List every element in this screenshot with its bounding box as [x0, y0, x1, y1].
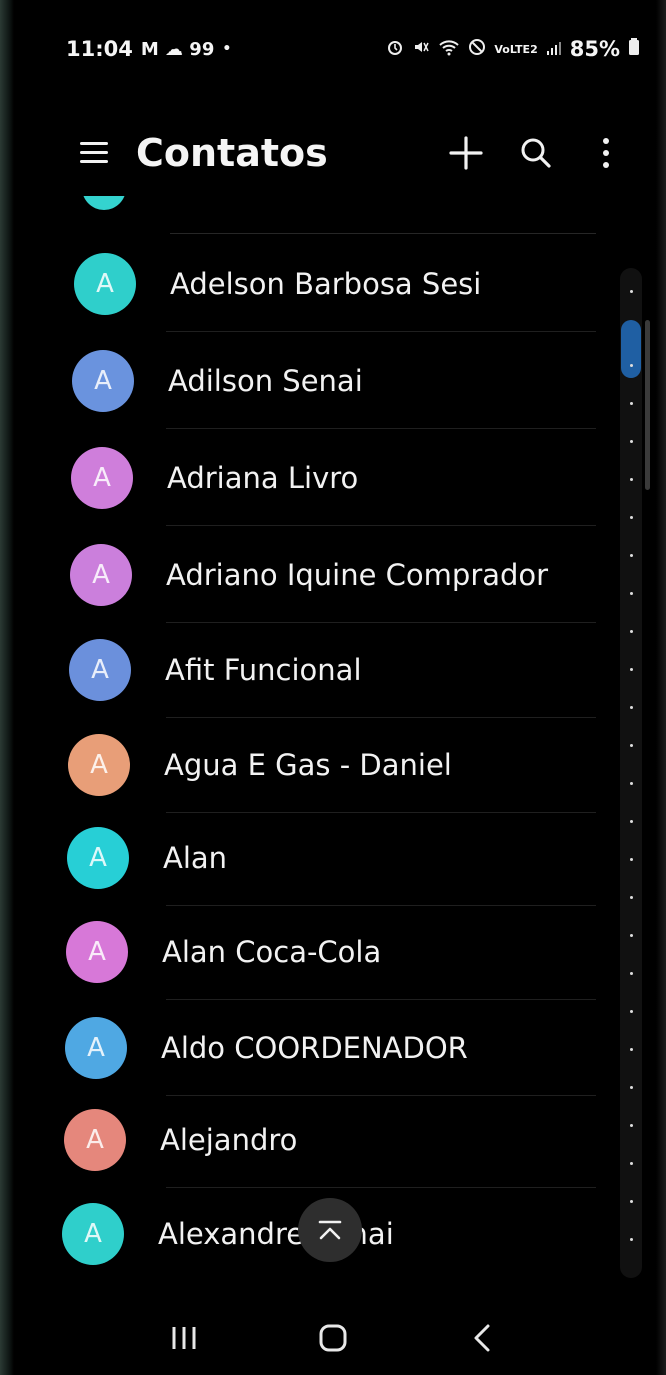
- notification-indicators: M ☁ 99: [140, 38, 215, 60]
- battery-percent: 85%: [569, 37, 620, 61]
- contact-name: Adelson Barbosa Sesi: [170, 267, 482, 301]
- contact-row[interactable]: A Alan Coca-Cola: [40, 904, 626, 1000]
- alarm-icon: [386, 37, 404, 61]
- avatar: A: [68, 734, 130, 796]
- more-notifications-dot: •: [222, 41, 232, 57]
- avatar: A: [69, 639, 131, 701]
- scroll-to-top-icon: [318, 1220, 342, 1240]
- more-vert-icon: [603, 138, 609, 168]
- contact-row[interactable]: A Adriana Livro: [40, 430, 626, 526]
- avatar: A: [65, 1017, 127, 1079]
- recents-icon: [172, 1326, 196, 1349]
- contact-row[interactable]: A Adriano Iquine Comprador: [40, 527, 626, 623]
- divider: [170, 233, 596, 234]
- mute-icon: [412, 37, 430, 61]
- add-contact-button[interactable]: [446, 133, 486, 173]
- contact-name: Alan: [163, 841, 228, 875]
- navigation-bar: [0, 1300, 666, 1375]
- contact-name: Adriana Livro: [167, 461, 359, 495]
- divider: [166, 428, 596, 429]
- avatar: A: [64, 1109, 126, 1171]
- contact-row[interactable]: A Aldo COORDENADOR: [40, 1000, 626, 1096]
- more-options-button[interactable]: [586, 133, 626, 173]
- contact-name: Agua E Gas - Daniel: [164, 748, 452, 782]
- contact-name: Adriano Iquine Comprador: [166, 558, 549, 592]
- home-icon: [319, 1324, 347, 1351]
- volte-label: VoLTE2: [494, 42, 538, 56]
- contact-row[interactable]: A Afit Funcional: [40, 622, 626, 718]
- contact-name: Alan Coca-Cola: [162, 935, 382, 969]
- contact-row[interactable]: A Agua E Gas - Daniel: [40, 717, 626, 813]
- avatar-partial: [82, 196, 126, 210]
- status-right: VoLTE2 85%: [386, 37, 640, 61]
- contact-row[interactable]: A Alan: [40, 810, 626, 906]
- contact-row[interactable]: A Adilson Senai: [40, 333, 626, 429]
- wifi-icon: [438, 37, 460, 61]
- scroll-to-top-button[interactable]: [298, 1198, 362, 1262]
- menu-icon[interactable]: [80, 140, 110, 166]
- fast-scroller[interactable]: [620, 268, 642, 1278]
- fast-scroller-thumb[interactable]: [621, 320, 641, 378]
- app-bar: Contatos: [80, 118, 626, 188]
- contact-name: Alejandro: [160, 1123, 298, 1157]
- contact-name: Afit Funcional: [165, 653, 362, 687]
- device-bezel-right: [656, 0, 666, 1375]
- contact-row[interactable]: A Alejandro: [40, 1092, 626, 1188]
- divider: [166, 331, 596, 332]
- search-icon: [521, 138, 551, 168]
- search-button[interactable]: [516, 133, 556, 173]
- avatar: A: [71, 447, 133, 509]
- home-button[interactable]: [309, 1314, 357, 1362]
- contact-name: Adilson Senai: [168, 364, 363, 398]
- avatar: A: [70, 544, 132, 606]
- back-icon: [474, 1324, 490, 1351]
- battery-icon: [628, 37, 640, 61]
- avatar: A: [66, 921, 128, 983]
- contact-list[interactable]: A Adelson Barbosa Sesi A Adilson Senai A…: [40, 196, 626, 1286]
- divider: [166, 525, 596, 526]
- avatar: A: [72, 350, 134, 412]
- avatar: A: [67, 827, 129, 889]
- status-left: 11:04 M ☁ 99 •: [66, 37, 231, 61]
- app-actions: [446, 133, 626, 173]
- avatar: A: [74, 253, 136, 315]
- plus-icon: [449, 136, 483, 170]
- back-button[interactable]: [458, 1314, 506, 1362]
- status-bar: 11:04 M ☁ 99 • VoLTE2 85%: [66, 34, 640, 64]
- status-time: 11:04: [66, 37, 133, 61]
- device-bezel-left: [0, 0, 14, 1375]
- signal-icon: [546, 37, 562, 61]
- do-not-disturb-icon: [468, 37, 486, 61]
- contact-name: Aldo COORDENADOR: [161, 1031, 468, 1065]
- contacts-screen: 11:04 M ☁ 99 • VoLTE2 85% Contatos A Ade…: [0, 0, 666, 1375]
- contact-row[interactable]: A Adelson Barbosa Sesi: [40, 236, 626, 332]
- recents-button[interactable]: [160, 1314, 208, 1362]
- page-title: Contatos: [136, 131, 328, 175]
- avatar: A: [62, 1203, 124, 1265]
- scrollbar[interactable]: [645, 320, 650, 490]
